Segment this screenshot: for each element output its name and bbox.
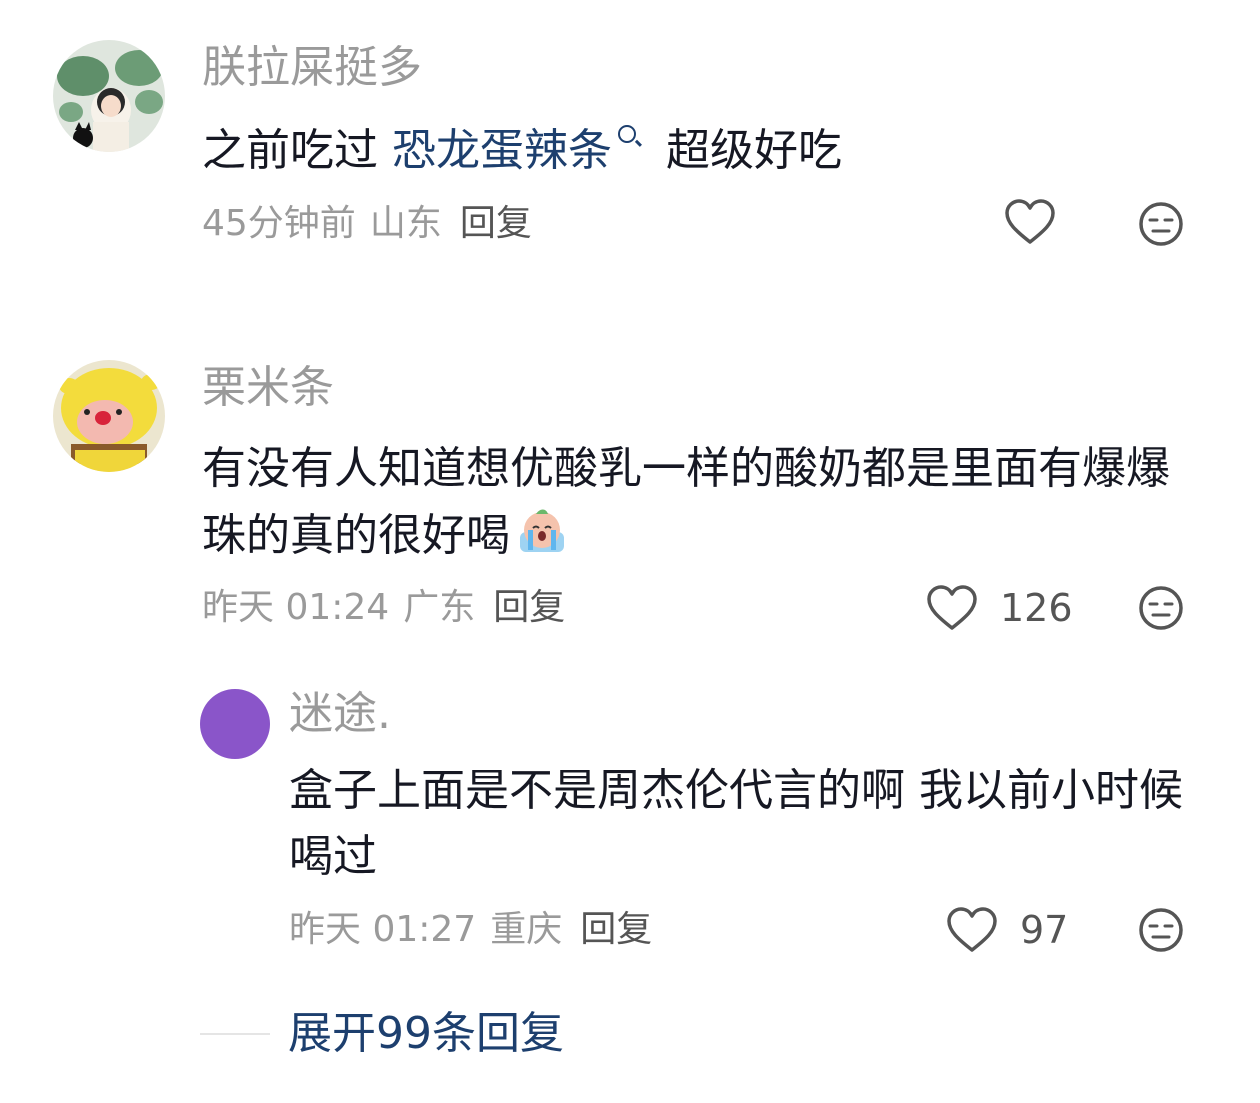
meh-face-icon	[1139, 586, 1183, 630]
dislike-button[interactable]	[1137, 584, 1185, 636]
timestamp: 昨天 01:27	[289, 909, 477, 950]
like-count: 97	[1020, 908, 1069, 952]
timestamp: 45分钟前	[202, 203, 356, 244]
avatar-image	[53, 360, 165, 472]
comment-text-before: 之前吃过	[202, 125, 392, 176]
comment-text: 盒子上面是不是周杰伦代言的啊 我以前小时候喝过	[289, 758, 1189, 890]
comment-text-body: 有没有人知道想优酸乳一样的酸奶都是里面有爆爆珠的真的很好喝	[202, 443, 1170, 561]
username[interactable]: 栗米条	[202, 366, 334, 410]
expand-replies-button[interactable]: 展开99条回复	[200, 1012, 564, 1056]
comment-meta: 45分钟前 山东 回复	[202, 206, 532, 242]
meh-face-icon	[1139, 908, 1183, 952]
avatar[interactable]	[53, 40, 165, 152]
timestamp: 昨天 01:24	[202, 587, 390, 628]
crying-emoji-icon	[520, 509, 564, 552]
comment-thread: 朕拉屎挺多 之前吃过 恐龙蛋辣条 超级好吃 45分钟前 山东 回复 栗米条 有没…	[0, 0, 1260, 1103]
username[interactable]: 朕拉屎挺多	[202, 46, 422, 90]
comment-text: 之前吃过 恐龙蛋辣条 超级好吃	[202, 118, 1182, 184]
comment-meta: 昨天 01:24 广东 回复	[202, 590, 565, 626]
avatar[interactable]	[53, 360, 165, 472]
dislike-button[interactable]	[1137, 906, 1185, 958]
expand-replies-label: 展开99条回复	[288, 1008, 564, 1059]
hashtag-link[interactable]: 恐龙蛋辣条	[392, 125, 612, 176]
like-button[interactable]	[1004, 198, 1078, 246]
heart-outline-icon	[947, 907, 997, 952]
meh-face-icon	[1139, 202, 1183, 246]
comment-meta: 昨天 01:27 重庆 回复	[289, 912, 652, 948]
dislike-button[interactable]	[1137, 200, 1185, 252]
search-icon	[618, 125, 636, 143]
reply-button[interactable]: 回复	[580, 909, 652, 950]
divider-line	[200, 1033, 270, 1035]
avatar-image	[53, 40, 165, 152]
avatar[interactable]	[200, 689, 270, 759]
like-count: 126	[1000, 586, 1073, 630]
heart-outline-icon	[1005, 199, 1055, 244]
like-button[interactable]: 126	[926, 584, 1073, 632]
reply-button[interactable]: 回复	[460, 203, 532, 244]
region: 重庆	[490, 909, 563, 950]
comment-text-body: 盒子上面是不是周杰伦代言的啊 我以前小时候喝过	[289, 765, 1183, 882]
username[interactable]: 迷途.	[289, 692, 391, 736]
like-button[interactable]: 97	[946, 906, 1068, 954]
region: 广东	[403, 587, 476, 628]
reply-button[interactable]: 回复	[493, 587, 565, 628]
comment-text: 有没有人知道想优酸乳一样的酸奶都是里面有爆爆珠的真的很好喝	[202, 436, 1182, 569]
region: 山东	[369, 203, 442, 244]
comment-text-after: 超级好吃	[666, 125, 842, 176]
heart-outline-icon	[927, 585, 977, 630]
